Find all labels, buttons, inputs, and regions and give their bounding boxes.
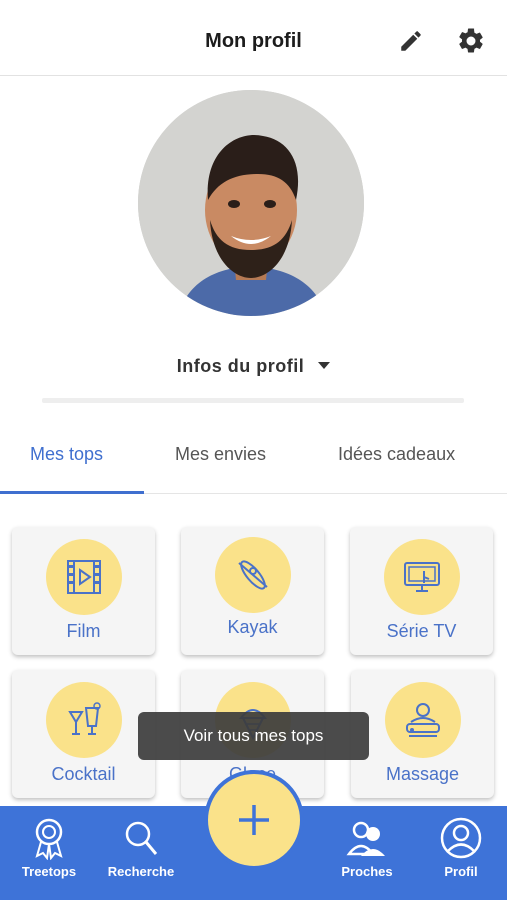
gear-icon[interactable] (456, 26, 486, 56)
plus-icon (239, 805, 269, 835)
nav-treetops[interactable]: Treetops (4, 816, 94, 879)
top-card-label: Cocktail (51, 764, 116, 784)
nav-label: Profil (444, 864, 478, 879)
caret-down-icon (318, 361, 331, 369)
divider (42, 398, 464, 403)
nav-recherche[interactable]: Recherche (96, 816, 186, 879)
top-card-serie-tv[interactable]: Série TV (350, 527, 493, 655)
top-bar: Mon profil (0, 0, 507, 76)
profile-info-dropdown[interactable]: Infos du profil (0, 356, 507, 377)
tab-mes-tops[interactable]: Mes tops (30, 444, 103, 465)
tv-series-icon (384, 539, 460, 615)
film-icon (46, 539, 122, 615)
massage-icon (385, 682, 461, 758)
top-card-label: Série TV (386, 621, 457, 641)
nav-proches[interactable]: Proches (322, 816, 412, 879)
page-title: Mon profil (205, 30, 302, 52)
top-card-label: Kayak (227, 617, 278, 637)
tab-bar: Mes tops Mes envies Idées cadeaux (0, 430, 507, 494)
profile-info-label: Infos du profil (176, 356, 305, 376)
award-ribbon-icon (35, 818, 63, 860)
cocktail-icon (46, 682, 122, 758)
nav-profil[interactable]: Profil (416, 816, 506, 879)
top-card-massage[interactable]: Massage (351, 670, 494, 798)
tab-mes-envies[interactable]: Mes envies (175, 444, 266, 465)
add-button[interactable] (204, 770, 304, 870)
kayak-icon (215, 537, 291, 613)
pencil-icon[interactable] (398, 28, 424, 54)
top-card-label: Film (66, 621, 101, 641)
people-icon (346, 821, 385, 856)
top-card-kayak[interactable]: Kayak (181, 527, 324, 655)
user-circle-icon (440, 817, 482, 859)
nav-label: Proches (341, 864, 393, 879)
tab-active-indicator (0, 491, 144, 494)
toast-message[interactable]: Voir tous mes tops (138, 712, 369, 760)
search-icon (125, 821, 158, 855)
top-card-cocktail[interactable]: Cocktail (12, 670, 155, 798)
profile-avatar[interactable] (138, 90, 364, 316)
nav-label: Treetops (21, 864, 77, 879)
top-card-film[interactable]: Film (12, 527, 155, 655)
tab-idees-cadeaux[interactable]: Idées cadeaux (338, 444, 455, 465)
top-card-label: Massage (385, 764, 460, 784)
nav-label: Recherche (107, 864, 175, 879)
